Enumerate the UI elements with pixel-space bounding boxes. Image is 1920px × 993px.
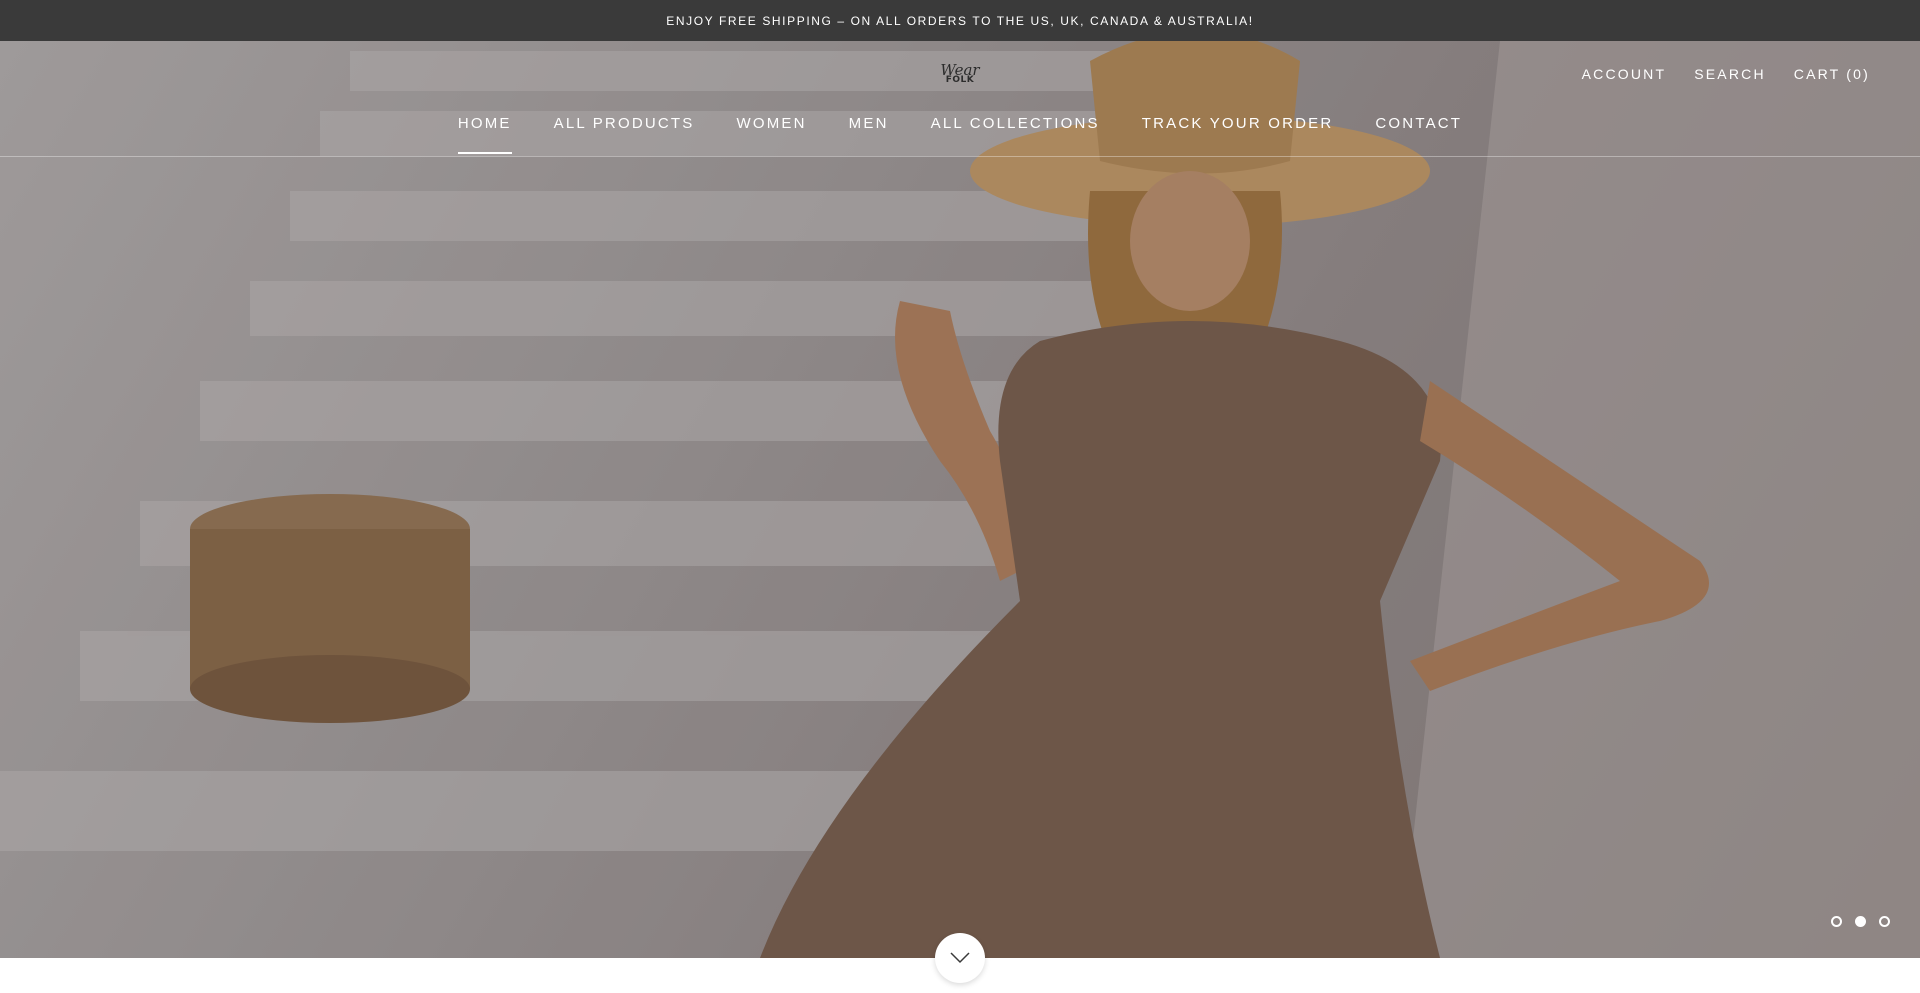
site-logo[interactable]: Wear FOLK xyxy=(930,57,990,91)
site-header: Wear FOLK ACCOUNT SEARCH CART (0) HOME A… xyxy=(0,41,1920,157)
slide-dot-3[interactable] xyxy=(1879,916,1890,927)
nav-item-contact[interactable]: CONTACT xyxy=(1375,115,1462,154)
search-link[interactable]: SEARCH xyxy=(1694,66,1766,82)
slideshow-dots xyxy=(1831,916,1890,927)
scroll-down-button[interactable] xyxy=(935,933,985,983)
hero-slideshow xyxy=(0,41,1920,958)
announcement-text: ENJOY FREE SHIPPING – ON ALL ORDERS TO T… xyxy=(666,13,1254,28)
slide-dot-1[interactable] xyxy=(1831,916,1842,927)
nav-item-home[interactable]: HOME xyxy=(457,115,512,154)
cart-link[interactable]: CART (0) xyxy=(1794,66,1870,82)
nav-item-men[interactable]: MEN xyxy=(849,115,889,154)
main-nav: HOME ALL PRODUCTS WOMEN MEN ALL COLLECTI… xyxy=(0,115,1920,154)
nav-item-track-your-order[interactable]: TRACK YOUR ORDER xyxy=(1142,115,1334,154)
hero-overlay xyxy=(0,41,1920,958)
nav-item-all-collections[interactable]: ALL COLLECTIONS xyxy=(931,115,1100,154)
account-link[interactable]: ACCOUNT xyxy=(1582,66,1667,82)
announcement-bar: ENJOY FREE SHIPPING – ON ALL ORDERS TO T… xyxy=(0,0,1920,41)
nav-item-all-products[interactable]: ALL PRODUCTS xyxy=(554,115,695,154)
header-utility-links: ACCOUNT SEARCH CART (0) xyxy=(1582,66,1870,82)
nav-item-women[interactable]: WOMEN xyxy=(737,115,807,154)
chevron-down-icon xyxy=(950,952,970,964)
slide-dot-2[interactable] xyxy=(1855,916,1866,927)
logo-line-2: FOLK xyxy=(945,75,975,85)
